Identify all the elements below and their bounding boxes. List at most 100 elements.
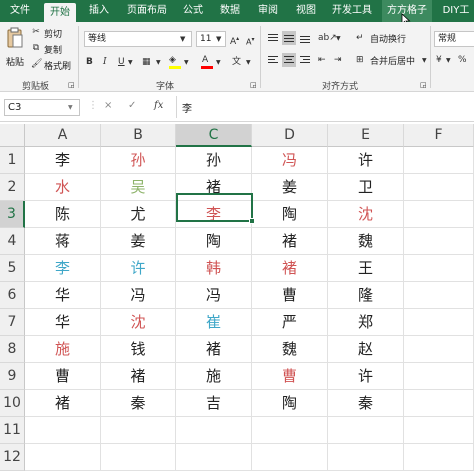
- cell-e12[interactable]: [328, 444, 404, 471]
- cell-e5[interactable]: 王: [328, 255, 404, 282]
- cell-e2[interactable]: 卫: [328, 174, 404, 201]
- wrap-text-button[interactable]: ↵ 自动换行: [356, 31, 412, 45]
- cell-c4[interactable]: 陶: [176, 228, 252, 255]
- insert-function-icon[interactable]: fx: [154, 100, 163, 111]
- cell-c10[interactable]: 吉: [176, 390, 252, 417]
- tab-7[interactable]: 视图: [290, 0, 322, 22]
- cell-d11[interactable]: [252, 417, 328, 444]
- cell-f6[interactable]: [404, 282, 474, 309]
- cell-e7[interactable]: 郑: [328, 309, 404, 336]
- enter-icon[interactable]: ✓: [128, 100, 136, 111]
- align-left-button[interactable]: [266, 53, 280, 67]
- cell-a2[interactable]: 水: [25, 174, 101, 201]
- cell-a9[interactable]: 曹: [25, 363, 101, 390]
- chevron-down-icon[interactable]: ▼: [216, 32, 221, 46]
- phonetic-guide-icon[interactable]: 文: [232, 55, 241, 69]
- cell-f2[interactable]: [404, 174, 474, 201]
- row-header-1[interactable]: 1: [0, 147, 25, 174]
- tab-5[interactable]: 数据: [214, 0, 246, 22]
- row-header-2[interactable]: 2: [0, 174, 25, 201]
- cell-b11[interactable]: [101, 417, 176, 444]
- cell-c6[interactable]: 冯: [176, 282, 252, 309]
- cell-c8[interactable]: 褚: [176, 336, 252, 363]
- row-header-12[interactable]: 12: [0, 444, 25, 471]
- chevron-down-icon[interactable]: ▼: [128, 56, 133, 70]
- align-right-button[interactable]: [298, 53, 312, 67]
- cell-a8[interactable]: 施: [25, 336, 101, 363]
- cell-f8[interactable]: [404, 336, 474, 363]
- decrease-indent-icon[interactable]: ⇤: [318, 53, 326, 67]
- cell-d12[interactable]: [252, 444, 328, 471]
- column-header-f[interactable]: F: [404, 124, 474, 147]
- row-header-10[interactable]: 10: [0, 390, 25, 417]
- cell-b12[interactable]: [101, 444, 176, 471]
- cell-f11[interactable]: [404, 417, 474, 444]
- dialog-launcher-icon[interactable]: ◲: [68, 78, 75, 92]
- cell-e8[interactable]: 赵: [328, 336, 404, 363]
- cell-e1[interactable]: 许: [328, 147, 404, 174]
- tab-2[interactable]: 插入: [82, 0, 116, 22]
- column-header-e[interactable]: E: [328, 124, 404, 147]
- number-format-select[interactable]: 常规: [434, 31, 474, 47]
- select-all-corner[interactable]: [0, 124, 25, 147]
- cell-b8[interactable]: 钱: [101, 336, 176, 363]
- cell-d3[interactable]: 陶: [252, 201, 328, 228]
- column-header-a[interactable]: A: [25, 124, 101, 147]
- cell-c5[interactable]: 韩: [176, 255, 252, 282]
- increase-font-size-icon[interactable]: A▴: [230, 32, 239, 49]
- cell-e9[interactable]: 许: [328, 363, 404, 390]
- cell-f9[interactable]: [404, 363, 474, 390]
- chevron-down-icon[interactable]: ▼: [156, 56, 161, 70]
- fill-color-button[interactable]: ◈: [168, 53, 182, 69]
- increase-indent-icon[interactable]: ⇥: [334, 53, 342, 67]
- column-header-c[interactable]: C: [176, 124, 252, 147]
- cell-b2[interactable]: 吴: [101, 174, 176, 201]
- paste-button[interactable]: 粘贴: [3, 25, 27, 71]
- row-header-7[interactable]: 7: [0, 309, 25, 336]
- chevron-down-icon[interactable]: ▼: [336, 32, 341, 46]
- cell-f5[interactable]: [404, 255, 474, 282]
- merge-center-button[interactable]: ⊞ 合并后居中: [356, 53, 428, 67]
- tab-0[interactable]: 文件: [2, 0, 38, 22]
- cell-e6[interactable]: 隆: [328, 282, 404, 309]
- cell-c1[interactable]: 孙: [176, 147, 252, 174]
- row-header-6[interactable]: 6: [0, 282, 25, 309]
- cell-d7[interactable]: 严: [252, 309, 328, 336]
- cell-a5[interactable]: 李: [25, 255, 101, 282]
- align-middle-button[interactable]: [282, 31, 296, 45]
- column-header-d[interactable]: D: [252, 124, 328, 147]
- chevron-down-icon[interactable]: ▼: [216, 56, 221, 70]
- cell-e3[interactable]: 沈: [328, 201, 404, 228]
- cell-b4[interactable]: 姜: [101, 228, 176, 255]
- cell-a11[interactable]: [25, 417, 101, 444]
- align-center-button[interactable]: [282, 53, 296, 67]
- cell-f3[interactable]: [404, 201, 474, 228]
- cell-a4[interactable]: 蒋: [25, 228, 101, 255]
- cell-c7[interactable]: 崔: [176, 309, 252, 336]
- chevron-down-icon[interactable]: ▼: [446, 54, 451, 68]
- cell-b1[interactable]: 孙: [101, 147, 176, 174]
- cell-f1[interactable]: [404, 147, 474, 174]
- chevron-down-icon[interactable]: ▼: [246, 56, 251, 70]
- chevron-down-icon[interactable]: ▼: [68, 101, 73, 115]
- cell-f10[interactable]: [404, 390, 474, 417]
- bold-icon[interactable]: B: [86, 55, 93, 69]
- cell-e10[interactable]: 秦: [328, 390, 404, 417]
- copy-button[interactable]: ⧉ 复制: [31, 42, 69, 56]
- cell-f4[interactable]: [404, 228, 474, 255]
- currency-icon[interactable]: ¥: [436, 53, 442, 67]
- font-size-select[interactable]: 11: [196, 31, 226, 47]
- fill-handle[interactable]: [249, 218, 255, 224]
- cell-a1[interactable]: 李: [25, 147, 101, 174]
- decrease-font-size-icon[interactable]: A▾: [246, 33, 255, 50]
- row-header-4[interactable]: 4: [0, 228, 25, 255]
- cell-d2[interactable]: 姜: [252, 174, 328, 201]
- row-header-9[interactable]: 9: [0, 363, 25, 390]
- cell-b5[interactable]: 许: [101, 255, 176, 282]
- borders-icon[interactable]: ▦: [142, 55, 151, 69]
- row-header-11[interactable]: 11: [0, 417, 25, 444]
- tab-6[interactable]: 审阅: [252, 0, 284, 22]
- dialog-launcher-icon[interactable]: ◲: [250, 78, 257, 92]
- chevron-down-icon[interactable]: ▼: [180, 32, 185, 46]
- chevron-down-icon[interactable]: ▼: [422, 54, 427, 68]
